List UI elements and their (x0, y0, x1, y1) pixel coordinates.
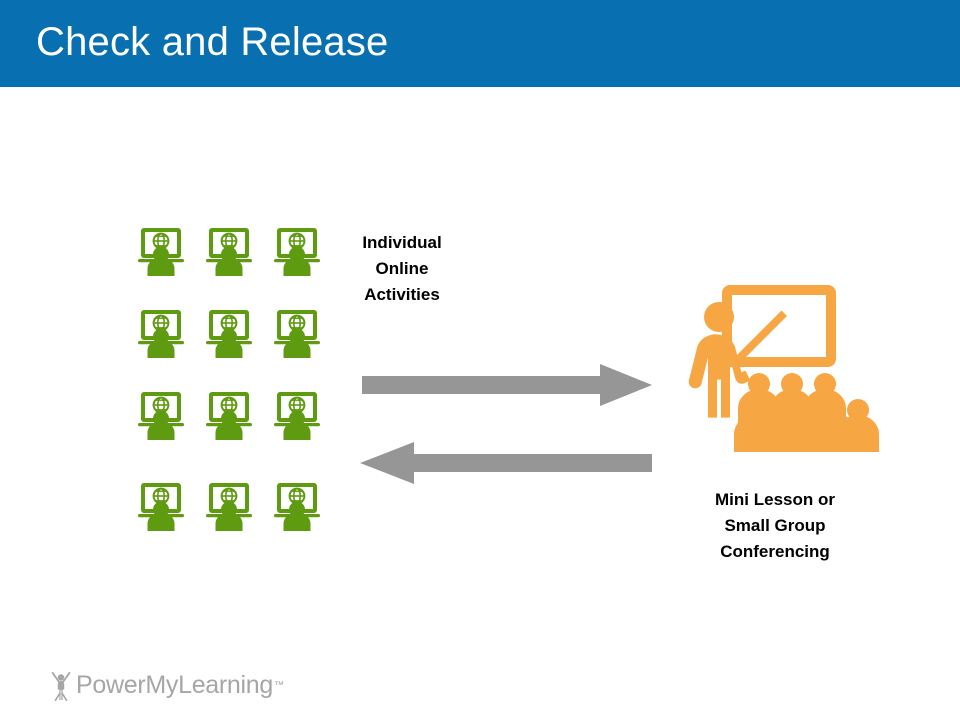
arrow-left (360, 442, 652, 484)
label-line-1: Mini Lesson or (715, 490, 835, 509)
label-line-2: Small Group (724, 516, 826, 535)
student-at-laptop-icon (138, 226, 184, 276)
student-at-laptop-icon (206, 308, 252, 358)
student-at-laptop-icon (274, 308, 320, 358)
mini-lesson-small-group-label: Mini Lesson or Small Group Conferencing (682, 487, 868, 565)
label-line-2: Online (375, 259, 429, 278)
student-at-laptop-icon (206, 481, 252, 531)
label-line-3: Activities (364, 285, 440, 304)
student-at-laptop-icon (138, 481, 184, 531)
student-at-laptop-icon (274, 390, 320, 440)
person-raised-arms-icon (48, 669, 74, 701)
student-at-laptop-icon (274, 226, 320, 276)
student-at-laptop-icon (138, 308, 184, 358)
student-icon-grid (138, 226, 338, 546)
student-at-laptop-icon (206, 390, 252, 440)
powermylearning-logo: PowerMyLearning ™ (48, 668, 284, 702)
student-at-laptop-icon (206, 226, 252, 276)
student-at-laptop-icon (274, 481, 320, 531)
slide-canvas: Check and Release Individual Online Acti… (0, 0, 960, 720)
logo-text: PowerMyLearning (76, 671, 273, 699)
label-line-3: Conferencing (720, 542, 830, 561)
label-line-1: Individual (362, 233, 442, 252)
page-title: Check and Release (36, 20, 389, 64)
individual-online-activities-label: Individual Online Activities (337, 230, 467, 308)
arrow-right (362, 364, 652, 406)
student-at-laptop-icon (138, 390, 184, 440)
logo-trademark: ™ (274, 679, 284, 691)
teacher-with-whiteboard-and-class-icon (686, 279, 886, 469)
